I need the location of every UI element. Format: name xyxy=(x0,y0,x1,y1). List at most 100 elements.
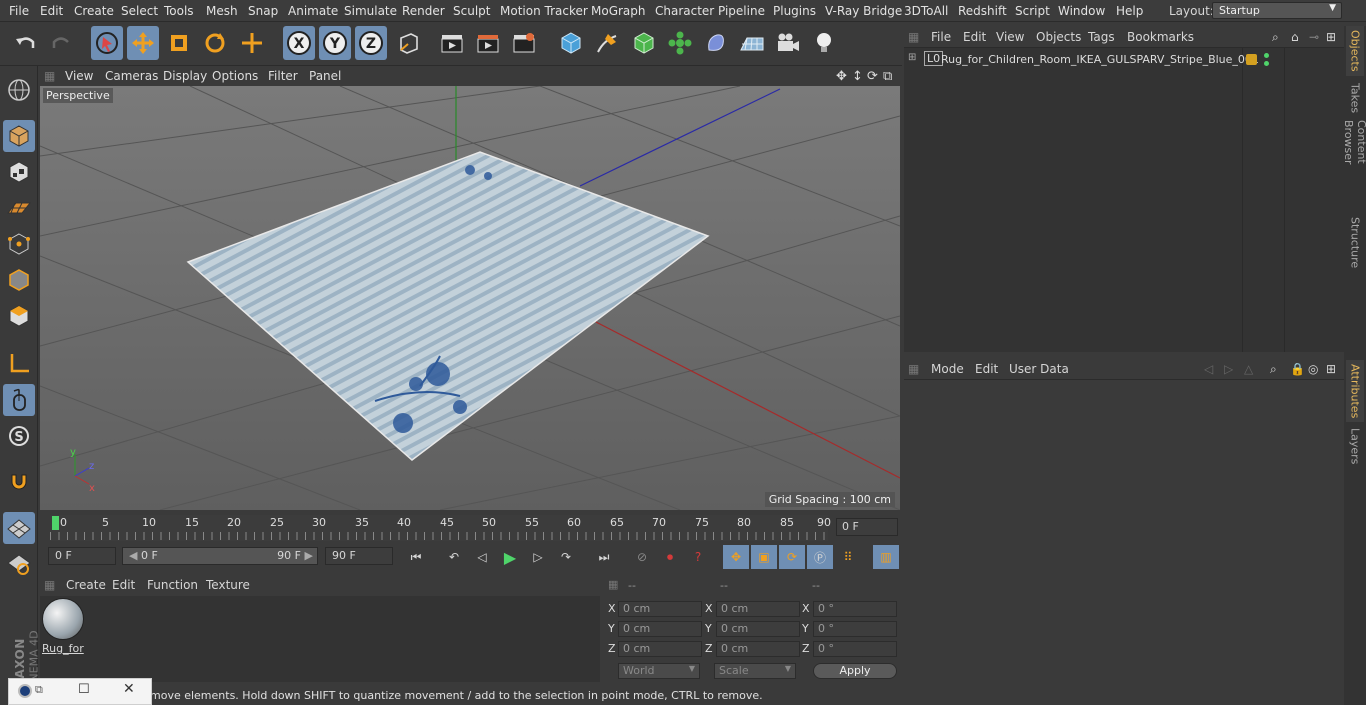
axis-mode-button[interactable] xyxy=(3,348,35,380)
position-z-field[interactable]: 0 cm xyxy=(618,641,702,657)
transform-tool-button[interactable] xyxy=(236,26,268,60)
mat-menu-function[interactable]: Function xyxy=(147,578,198,592)
go-to-start-button[interactable]: ⏮ xyxy=(403,545,429,569)
size-x-field[interactable]: 0 cm xyxy=(716,601,800,617)
layout-select[interactable]: Startup ▼ xyxy=(1212,2,1342,19)
tab-structure[interactable]: Structure xyxy=(1346,212,1364,274)
play-button[interactable]: ▶ xyxy=(497,545,523,569)
timeline-button[interactable]: ▥ xyxy=(873,545,899,569)
points-mode-button[interactable] xyxy=(3,228,35,260)
start-frame-field[interactable]: 0 F xyxy=(48,547,116,565)
tab-attributes[interactable]: Attributes xyxy=(1346,360,1364,422)
texture-mode-button[interactable] xyxy=(3,156,35,188)
snapping-button[interactable] xyxy=(3,466,35,498)
maximize-icon[interactable]: ☐ xyxy=(78,682,90,697)
workplane-rotate-button[interactable] xyxy=(3,548,35,580)
record-pla-button[interactable]: ⠿ xyxy=(835,545,861,569)
menu-vray-bridge[interactable]: V-Ray Bridge xyxy=(825,4,902,18)
restore-icon[interactable]: ⧉ xyxy=(35,683,43,697)
zoom-view-icon[interactable]: ↕ xyxy=(852,69,863,84)
menu-mesh[interactable]: Mesh xyxy=(206,4,238,18)
vp-menu-panel[interactable]: Panel xyxy=(309,69,341,83)
viewport-camera-label[interactable]: Perspective xyxy=(43,88,113,103)
autokey-button[interactable]: ⏺ xyxy=(657,545,683,569)
new-panel-icon[interactable]: ⊞ xyxy=(1326,362,1336,376)
link-icon[interactable]: ⊸ xyxy=(1309,30,1319,44)
y-axis-lock-button[interactable]: Y xyxy=(319,26,351,60)
vp-menu-view[interactable]: View xyxy=(65,69,93,83)
rotation-x-field[interactable]: 0 ° xyxy=(813,601,897,617)
record-parameter-button[interactable]: Ⓟ xyxy=(807,545,833,569)
workplane-button[interactable] xyxy=(3,192,35,224)
move-tool-button[interactable] xyxy=(127,26,159,60)
cloner-button[interactable] xyxy=(664,26,696,60)
vp-menu-display[interactable]: Display xyxy=(163,69,207,83)
x-axis-lock-button[interactable]: X xyxy=(283,26,315,60)
forward-arrow-icon[interactable]: ▷ xyxy=(1224,362,1233,376)
search-icon[interactable]: ⌕ xyxy=(1272,30,1279,45)
menu-select[interactable]: Select xyxy=(121,4,158,18)
next-frame-button[interactable]: ▷ xyxy=(525,545,551,569)
floor-button[interactable] xyxy=(736,26,768,60)
expand-icon[interactable]: ⊞ xyxy=(908,52,916,63)
menu-window[interactable]: Window xyxy=(1058,4,1105,18)
tab-layers[interactable]: Layers xyxy=(1346,424,1364,468)
previous-frame-button[interactable]: ◁ xyxy=(469,545,495,569)
tab-content-browser[interactable]: Content Browser xyxy=(1342,120,1366,210)
pen-spline-button[interactable] xyxy=(591,26,623,60)
z-axis-lock-button[interactable]: Z xyxy=(355,26,387,60)
menu-tools[interactable]: Tools xyxy=(164,4,194,18)
size-mode-select[interactable]: Scale ▼ xyxy=(714,663,796,679)
material-swatch[interactable]: Rug_for xyxy=(42,598,86,656)
menu-render[interactable]: Render xyxy=(402,4,445,18)
maximize-view-icon[interactable]: ⧉ xyxy=(883,69,892,84)
render-visibility-dot[interactable] xyxy=(1264,61,1269,66)
obj-menu-bookmarks[interactable]: Bookmarks xyxy=(1127,30,1194,44)
attr-menu-mode[interactable]: Mode xyxy=(931,362,964,376)
menu-help[interactable]: Help xyxy=(1116,4,1143,18)
menu-mograph[interactable]: MoGraph xyxy=(591,4,646,18)
rotation-z-field[interactable]: 0 ° xyxy=(813,641,897,657)
obj-menu-view[interactable]: View xyxy=(996,30,1024,44)
previous-key-button[interactable]: ↶ xyxy=(441,545,467,569)
rotation-y-field[interactable]: 0 ° xyxy=(813,621,897,637)
end-frame-field[interactable]: 90 F xyxy=(325,547,393,565)
polygons-mode-button[interactable] xyxy=(3,300,35,332)
tab-objects[interactable]: Objects xyxy=(1346,26,1364,76)
subdivision-button[interactable] xyxy=(628,26,660,60)
position-x-field[interactable]: 0 cm xyxy=(618,601,702,617)
lock-icon[interactable]: 🔒 xyxy=(1290,362,1305,376)
tab-takes[interactable]: Takes xyxy=(1346,78,1364,118)
editor-visibility-dot[interactable] xyxy=(1264,53,1269,58)
light-button[interactable] xyxy=(808,26,840,60)
record-rotation-button[interactable]: ⟳ xyxy=(779,545,805,569)
menu-script[interactable]: Script xyxy=(1015,4,1050,18)
back-arrow-icon[interactable]: ◁ xyxy=(1204,362,1213,376)
vp-menu-cameras[interactable]: Cameras xyxy=(105,69,158,83)
menu-motion-tracker[interactable]: Motion Tracker xyxy=(500,4,588,18)
cube-object-button[interactable] xyxy=(555,26,587,60)
current-frame-field[interactable]: 0 F xyxy=(836,518,898,536)
mat-menu-create[interactable]: Create xyxy=(66,578,106,592)
render-settings-button[interactable] xyxy=(508,26,540,60)
camera-button[interactable] xyxy=(772,26,804,60)
rotate-tool-button[interactable] xyxy=(199,26,231,60)
timeline-ruler[interactable]: 0 5 10 15 20 25 30 35 40 45 50 55 60 65 … xyxy=(50,515,831,541)
menu-create[interactable]: Create xyxy=(74,4,114,18)
deformer-button[interactable] xyxy=(700,26,732,60)
live-selection-button[interactable] xyxy=(91,26,123,60)
menu-animate[interactable]: Animate xyxy=(288,4,338,18)
menu-simulate[interactable]: Simulate xyxy=(344,4,397,18)
attr-menu-user-data[interactable]: User Data xyxy=(1009,362,1069,376)
mat-menu-texture[interactable]: Texture xyxy=(206,578,250,592)
undo-button[interactable] xyxy=(10,26,42,60)
redo-button[interactable] xyxy=(45,26,77,60)
render-view-button[interactable] xyxy=(436,26,468,60)
mat-menu-edit[interactable]: Edit xyxy=(112,578,135,592)
tweak-mode-button[interactable] xyxy=(3,384,35,416)
model-mode-button[interactable] xyxy=(3,120,35,152)
attr-menu-edit[interactable]: Edit xyxy=(975,362,998,376)
next-key-button[interactable]: ↷ xyxy=(553,545,579,569)
render-picture-viewer-button[interactable] xyxy=(472,26,504,60)
apply-button[interactable]: Apply xyxy=(813,663,897,679)
